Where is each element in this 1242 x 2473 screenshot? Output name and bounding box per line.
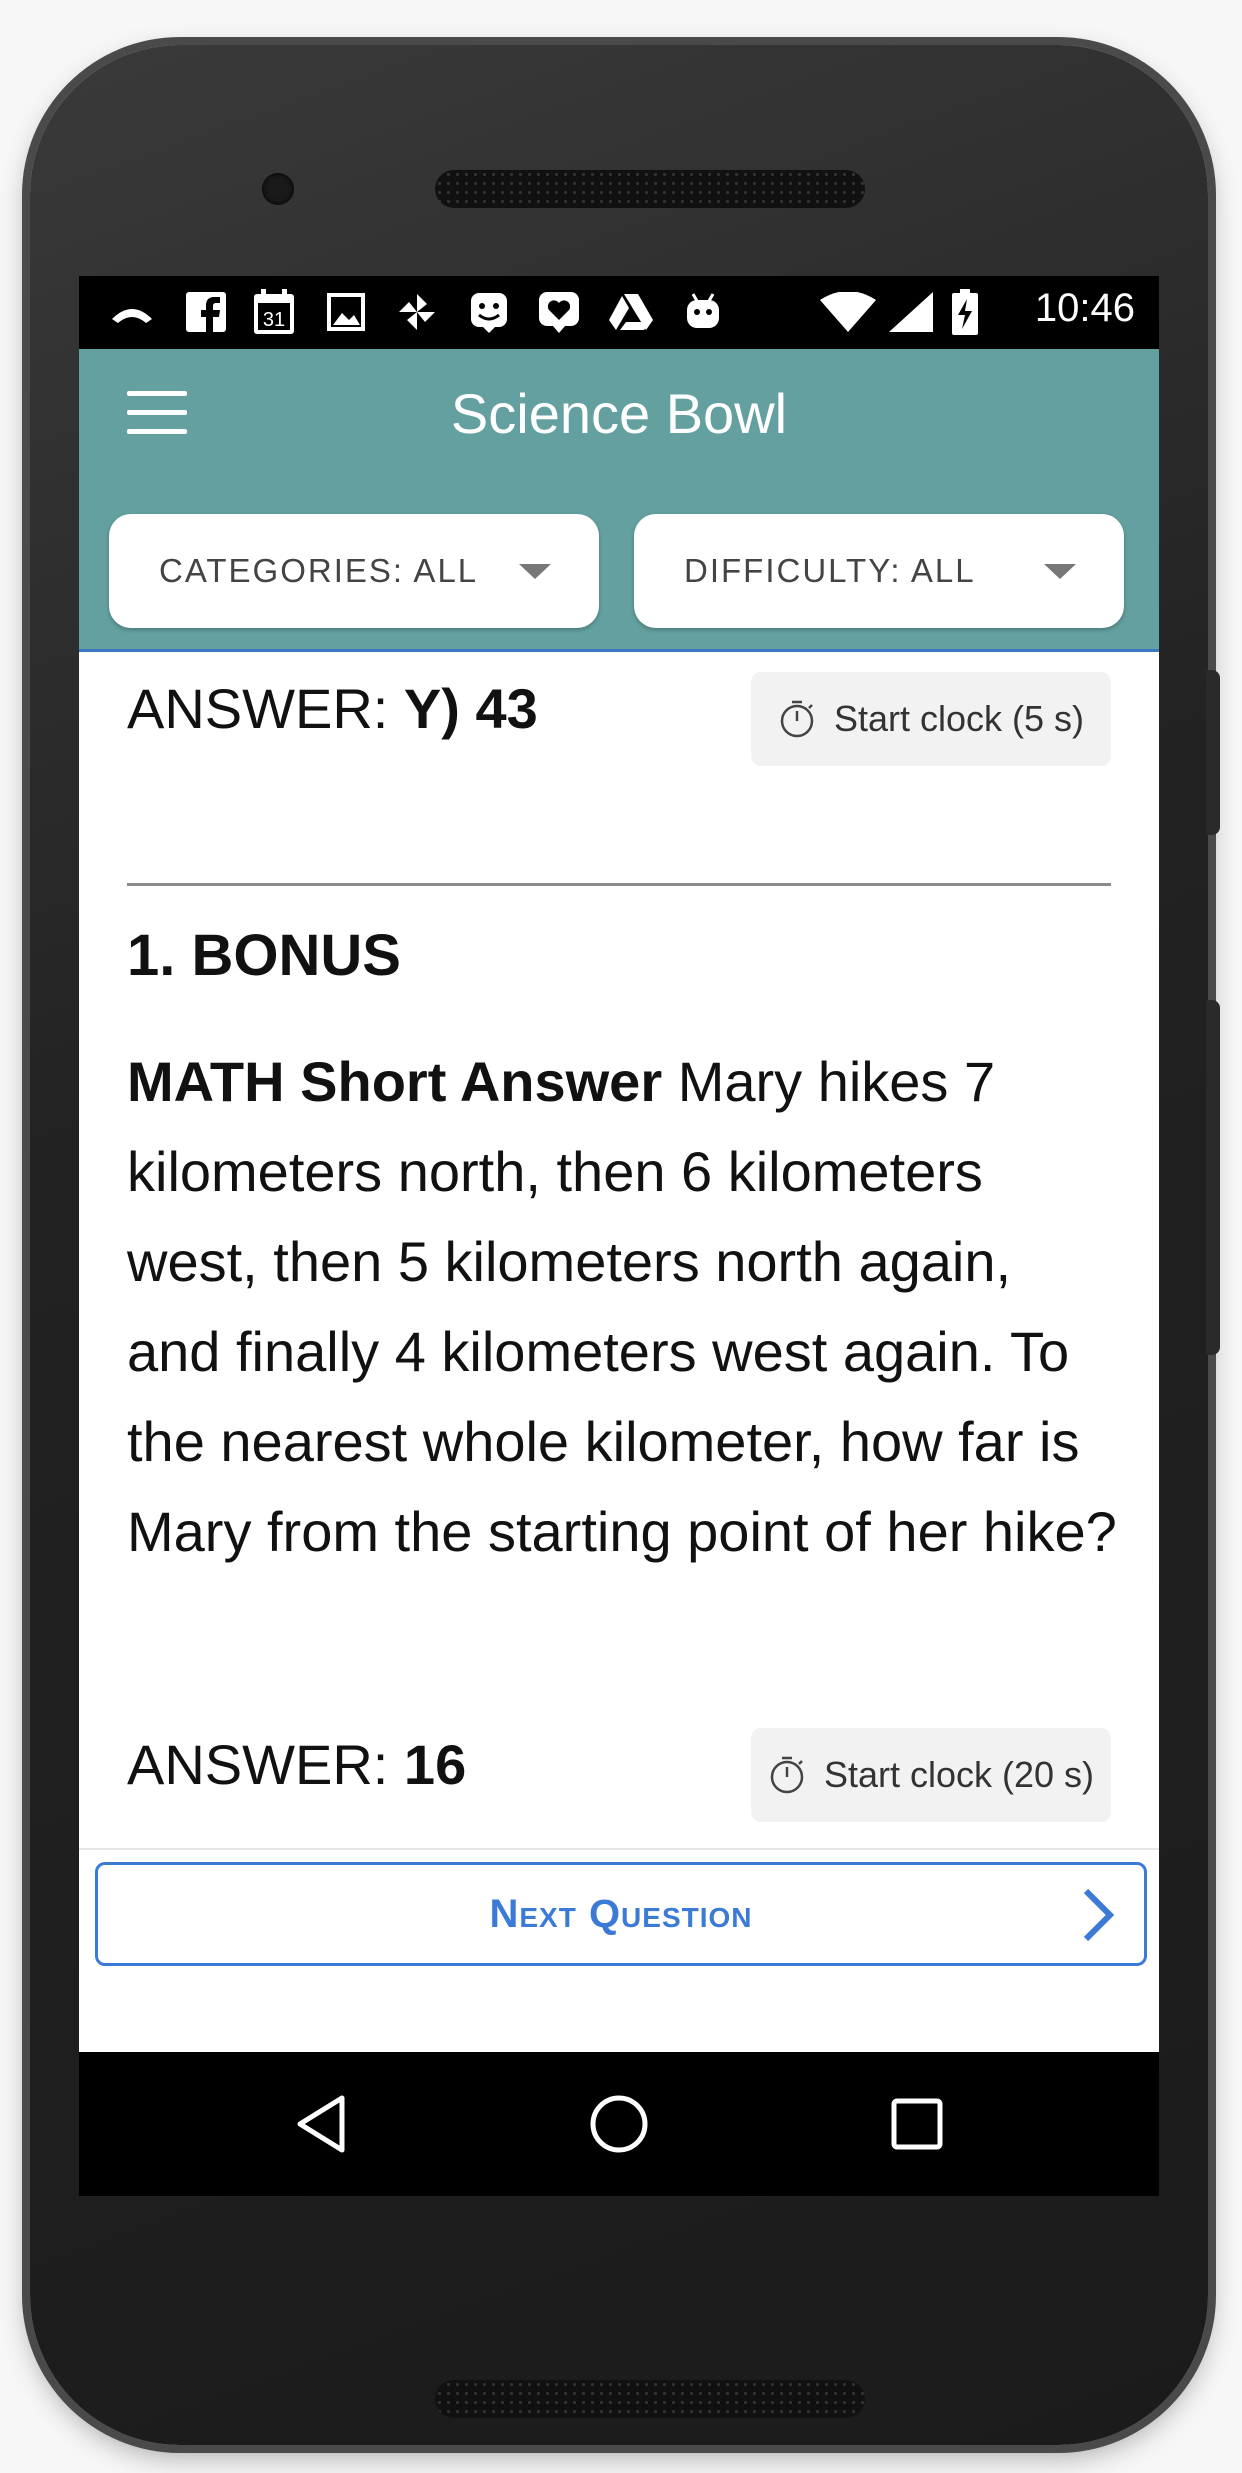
missed-call-icon [107,290,157,334]
answer-label: ANSWER: [127,677,404,740]
chevron-down-icon [519,564,551,579]
back-triangle-icon[interactable] [289,2092,353,2156]
volume-button [1206,670,1220,835]
answer-label: ANSWER: [127,1733,404,1796]
battery-charging-icon [947,289,983,335]
heart-icon [537,290,581,334]
clock-time: 10:46 [1034,286,1135,330]
app-title: Science Bowl [450,382,788,445]
navigation-bar [79,2052,1159,2196]
app-bar: Science Bowl CATEGORIES: ALL DIFFICULTY:… [79,349,1159,652]
question-text: Mary hikes 7 kilometers north, then 6 ki… [127,1050,1117,1563]
calendar-day: 31 [263,309,285,331]
categories-dropdown-label: CATEGORIES: ALL [159,552,479,589]
stopwatch-icon [770,1756,804,1794]
chevron-down-icon [1044,564,1076,579]
answer-value: Y) 43 [403,677,538,740]
divider [127,883,1111,886]
answer-value: 16 [403,1733,467,1796]
screen: 31 10:46 Science Bowl CATEGORIES: ALL DI… [79,276,1159,2196]
pinwheel-icon [395,290,439,334]
cell-signal-icon [887,290,935,334]
next-question-label: Next Question [489,1891,753,1936]
calendar-icon: 31 [252,289,296,334]
start-clock-label: Start clock (20 s) [823,1754,1095,1795]
bonus-title: 1. BONUS [127,923,401,988]
difficulty-dropdown-label: DIFFICULTY: ALL [684,552,976,589]
bonus-answer: ANSWER: 16 [127,1732,466,1797]
status-bar: 31 10:46 [79,276,1159,349]
front-camera [262,173,294,205]
question-category: MATH Short Answer [127,1050,678,1113]
android-icon [681,290,725,334]
stopwatch-icon [780,700,814,738]
wifi-icon [819,290,877,334]
start-clock-button[interactable]: Start clock (20 s) [751,1728,1111,1822]
start-clock-button[interactable]: Start clock (5 s) [751,672,1111,766]
categories-dropdown[interactable]: CATEGORIES: ALL [109,514,599,628]
toss-up-answer: ANSWER: Y) 43 [127,676,538,741]
home-circle-icon[interactable] [587,2092,651,2156]
top-speaker [435,170,865,208]
facebook-icon [184,290,228,334]
bonus-question: MATH Short Answer Mary hikes 7 kilometer… [127,1037,1117,1577]
next-question-bar: Next Question [79,1848,1159,1978]
recents-square-icon[interactable] [885,2092,949,2156]
next-question-button[interactable]: Next Question [95,1862,1147,1966]
chevron-right-icon [1083,1888,1115,1942]
mascot-icon [467,290,511,334]
image-icon [324,290,368,334]
question-content: ANSWER: Y) 43 Start clock (5 s) 1. BONUS… [79,652,1159,1924]
bottom-speaker [435,2380,865,2418]
power-button [1206,1000,1220,1355]
difficulty-dropdown[interactable]: DIFFICULTY: ALL [634,514,1124,628]
drive-icon [607,290,655,334]
start-clock-label: Start clock (5 s) [833,698,1085,739]
